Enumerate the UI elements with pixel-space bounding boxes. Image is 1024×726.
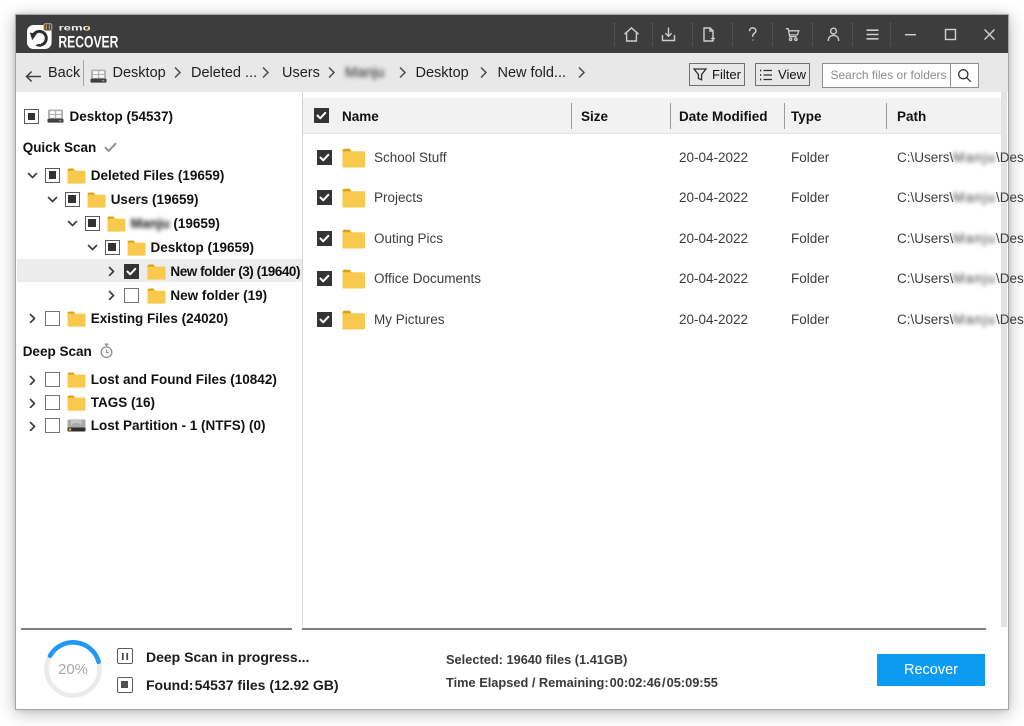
svg-text:remo: remo: [59, 23, 91, 32]
svg-text:RECOVER: RECOVER: [58, 34, 118, 50]
svg-text:20%: 20%: [58, 661, 88, 678]
